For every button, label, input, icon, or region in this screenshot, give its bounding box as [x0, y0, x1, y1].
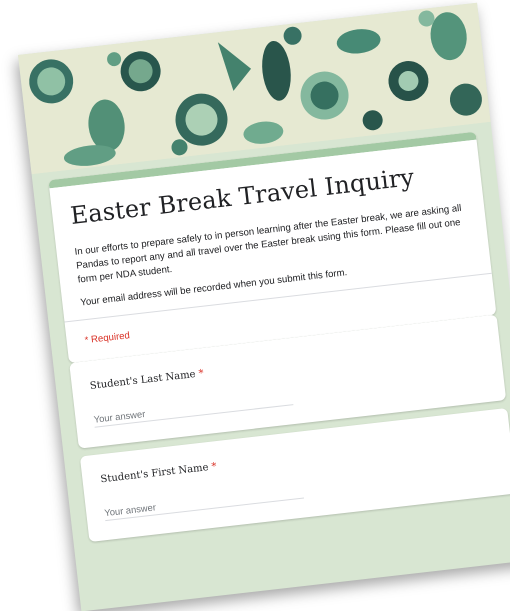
question-label: Student's First Name * — [100, 461, 217, 485]
required-asterisk: * — [210, 461, 218, 473]
required-asterisk: * — [198, 368, 205, 380]
question-label: Student's Last Name * — [89, 368, 204, 392]
first-name-input[interactable] — [103, 481, 305, 522]
last-name-input[interactable] — [92, 388, 294, 428]
question-label-text: Student's First Name — [100, 462, 210, 486]
form-page: Easter Break Travel Inquiry In our effor… — [18, 2, 510, 611]
question-label-text: Student's Last Name — [89, 368, 197, 392]
required-note: * Required — [84, 330, 131, 347]
